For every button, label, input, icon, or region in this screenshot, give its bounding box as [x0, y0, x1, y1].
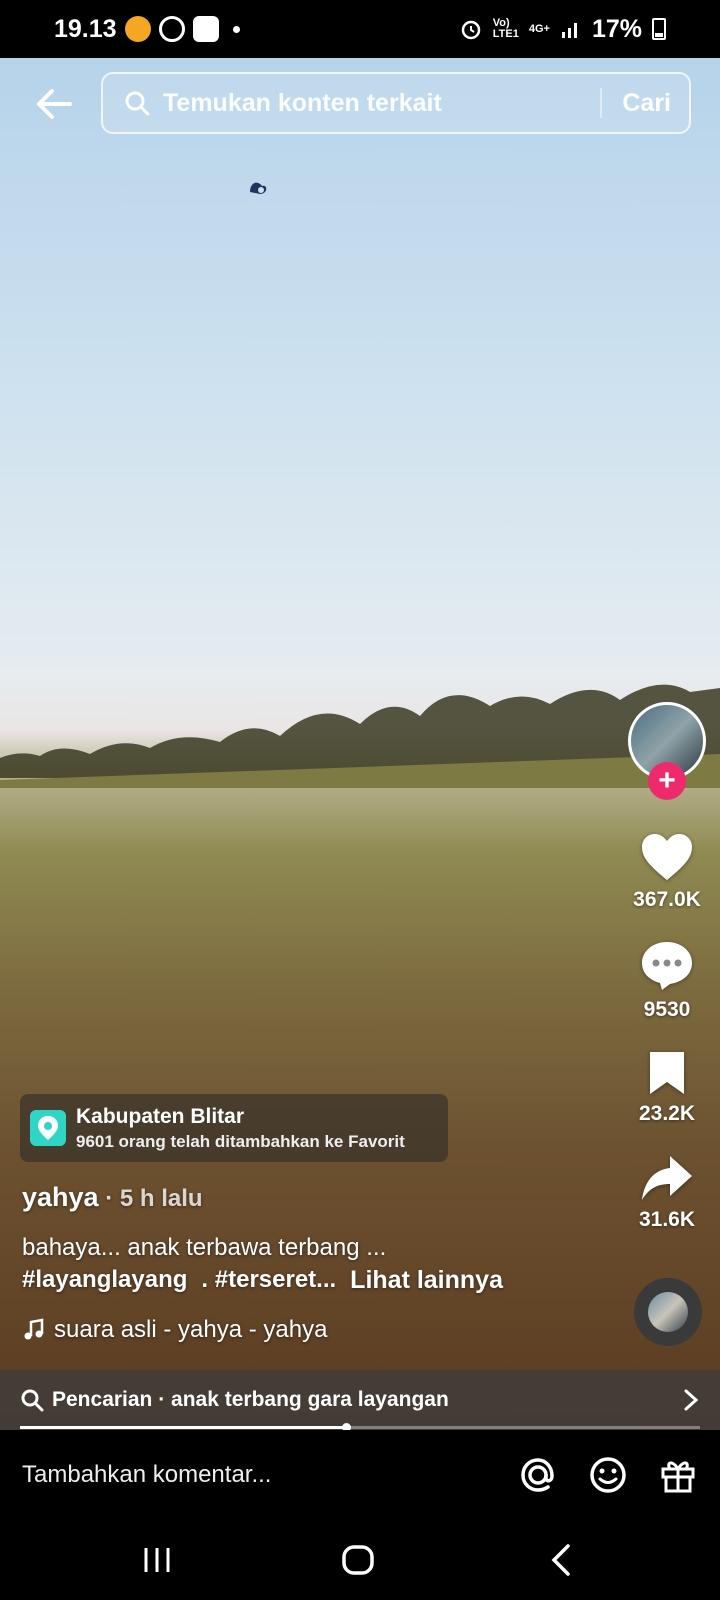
heart-icon	[642, 834, 692, 880]
battery-icon	[652, 18, 666, 40]
comment-button[interactable]: 9530	[617, 940, 717, 1022]
music-disc[interactable]	[634, 1278, 702, 1346]
emoji-icon[interactable]	[588, 1455, 628, 1495]
like-count: 367.0K	[633, 888, 701, 911]
hashtag-layanglayang[interactable]: #layanglayang	[22, 1266, 187, 1295]
author-name[interactable]: yahya	[22, 1182, 99, 1212]
status-right: Vo) LTE1 4G+ 17%	[459, 15, 666, 44]
search-icon	[21, 1389, 44, 1412]
post-time: · 5 h lalu	[98, 1185, 203, 1212]
search-icon	[125, 91, 150, 116]
status-left: 19.13	[54, 15, 240, 44]
search-button[interactable]: Cari	[622, 89, 671, 118]
chevron-right-icon	[684, 1389, 699, 1411]
save-button[interactable]: 23.2K	[617, 1050, 717, 1126]
comment-input[interactable]: Tambahkan komentar...	[22, 1461, 488, 1489]
recents-icon[interactable]	[137, 1540, 177, 1580]
author-line: yahya · 5 h lalu	[22, 1182, 203, 1213]
share-count: 31.6K	[638, 1208, 696, 1231]
video-player[interactable]	[0, 58, 720, 1430]
mention-icon[interactable]	[518, 1455, 558, 1495]
back-arrow-icon[interactable]	[34, 84, 74, 124]
comment-count: 9530	[643, 998, 691, 1021]
comment-icon	[642, 942, 692, 990]
location-subtitle: 9601 orang telah ditambahkan ke Favorit	[76, 1131, 405, 1151]
bookmark-icon	[650, 1052, 684, 1094]
location-chip[interactable]: Kabupaten Blitar 9601 orang telah ditamb…	[20, 1094, 448, 1162]
signal-icon	[561, 23, 577, 38]
more-notifications-dot-icon	[232, 25, 240, 33]
whatsapp-icon	[158, 16, 185, 42]
system-nav-bar	[0, 1520, 720, 1600]
see-more-link[interactable]: Lihat lainnya	[350, 1266, 503, 1295]
location-text: Kabupaten Blitar 9601 orang telah ditamb…	[76, 1105, 405, 1152]
search-placeholder: Temukan konten terkait	[163, 88, 442, 117]
status-bar: 19.13 Vo) LTE1 4G+ 17%	[0, 0, 720, 58]
network-type: 4G+	[528, 22, 550, 35]
kite-image	[250, 182, 267, 194]
like-button[interactable]: 367.0K	[617, 832, 717, 912]
alarm-icon	[461, 20, 481, 40]
location-pin-icon	[30, 1110, 66, 1146]
comment-bar: Tambahkan komentar...	[0, 1430, 720, 1520]
music-line[interactable]: suara asli - yahya - yahya	[22, 1316, 327, 1344]
volte-indicator: Vo) LTE1	[493, 18, 519, 40]
notification-square-icon	[192, 16, 219, 42]
battery-percent: 17%	[591, 14, 642, 43]
suggested-search-text: Pencarian · anak terbang gara layangan	[52, 1388, 449, 1411]
volte-bottom: LTE1	[492, 28, 519, 40]
suggested-search-bar[interactable]: Pencarian · anak terbang gara layangan	[0, 1370, 720, 1430]
music-note-icon	[24, 1318, 44, 1340]
save-count: 23.2K	[638, 1102, 696, 1125]
hashtag-terseret[interactable]: . #terseret...	[201, 1266, 336, 1295]
caption-text: bahaya... anak terbawa terbang ...	[22, 1234, 387, 1261]
music-title: suara asli - yahya - yahya	[54, 1316, 328, 1343]
share-icon	[642, 1156, 692, 1200]
treeline-image	[0, 684, 720, 788]
status-time: 19.13	[54, 14, 117, 43]
follow-button[interactable]: +	[648, 762, 686, 800]
share-button[interactable]: 31.6K	[617, 1154, 717, 1232]
search-divider	[600, 88, 603, 118]
caption-hashtags: #layanglayang . #terseret... Lihat lainn…	[22, 1266, 503, 1295]
location-name: Kabupaten Blitar	[76, 1104, 245, 1128]
home-icon[interactable]	[338, 1540, 378, 1580]
gift-icon[interactable]	[658, 1455, 698, 1495]
video-progress-fill	[20, 1426, 347, 1429]
search-input[interactable]: Temukan konten terkait Cari	[101, 72, 691, 134]
video-progress-bar[interactable]	[20, 1423, 700, 1432]
nav-back-icon[interactable]	[542, 1540, 582, 1580]
notification-app-icon	[124, 16, 151, 42]
music-disc-cover	[648, 1292, 688, 1332]
